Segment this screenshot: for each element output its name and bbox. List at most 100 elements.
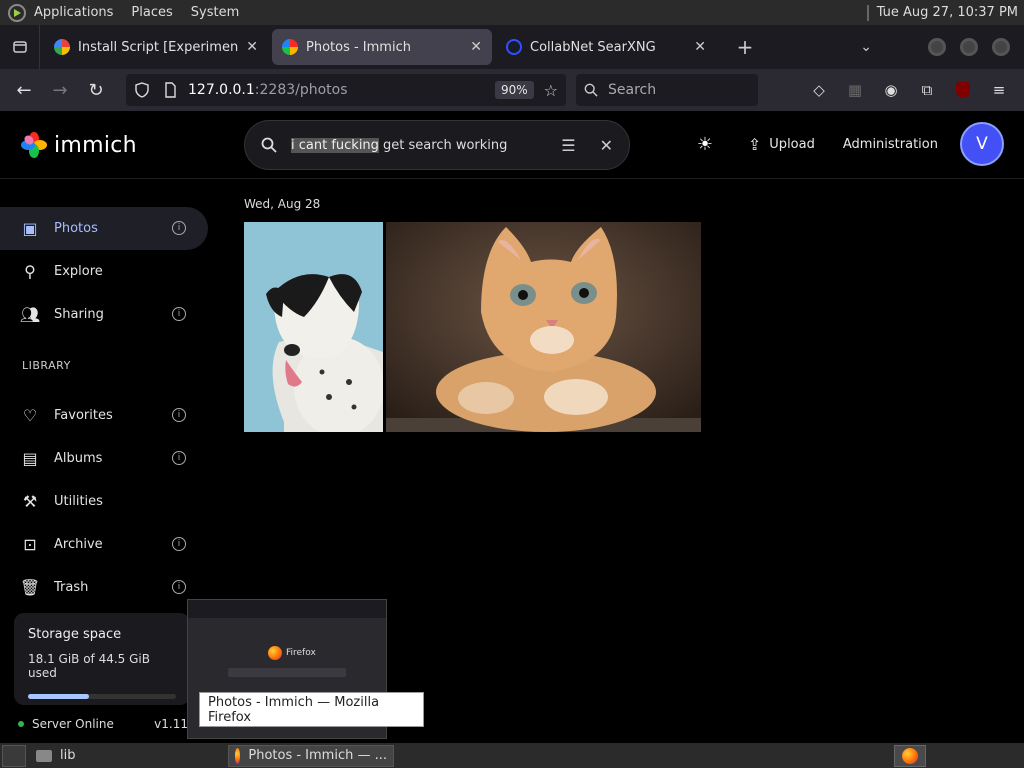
search-bar[interactable]: Search	[576, 74, 758, 106]
distro-logo-icon[interactable]	[8, 3, 26, 22]
clock[interactable]: Tue Aug 27, 10:37 PM	[877, 5, 1018, 20]
search-rest-text: get search working	[378, 137, 508, 153]
searxng-favicon-icon	[506, 39, 522, 55]
trash-icon: 🗑︎	[19, 578, 41, 597]
server-status: Server Online v1.11	[18, 717, 188, 731]
search-filter-icon[interactable]: ☰	[561, 136, 575, 155]
sidebar-item-archive[interactable]: ⊡ Archive i	[0, 523, 208, 566]
date-group-title: Wed, Aug 28	[244, 197, 321, 211]
forward-arrow-icon[interactable]: →	[42, 80, 78, 101]
show-desktop-button[interactable]	[2, 744, 26, 767]
search-icon[interactable]	[261, 137, 277, 153]
server-status-label: Server Online	[32, 717, 114, 731]
brand-name: immich	[54, 132, 137, 158]
upload-label: Upload	[769, 136, 815, 152]
window-tooltip: Photos - Immich — Mozilla Firefox	[199, 692, 424, 727]
bookmark-star-icon[interactable]: ☆	[544, 81, 558, 100]
url-bar[interactable]: 127.0.0.1:2283/photos 90% ☆	[126, 74, 566, 106]
immich-pinwheel-icon	[21, 132, 47, 158]
close-tab-icon[interactable]: ✕	[246, 39, 258, 55]
applications-menu[interactable]: Applications	[34, 5, 113, 20]
tab-install-script[interactable]: Install Script [Experimental] ✕	[44, 29, 268, 65]
dog-photo-image	[244, 222, 383, 432]
tab-list-icon	[12, 41, 27, 53]
bottom-taskbar: lib Photos - Immich — ...	[0, 743, 1024, 768]
taskbar-item-firefox[interactable]: Photos - Immich — ...	[228, 744, 394, 767]
firefox-icon	[902, 747, 918, 764]
maximize-window-button[interactable]	[960, 38, 978, 56]
taskbar-item-lib[interactable]: lib	[30, 745, 190, 767]
system-menu[interactable]: System	[191, 5, 239, 20]
new-tab-button[interactable]: +	[730, 35, 760, 59]
photo-thumbnail-dog[interactable]	[244, 222, 383, 432]
list-all-tabs-chevron-icon[interactable]: ⌄	[860, 39, 872, 55]
sidebar-item-explore[interactable]: ⚲ Explore	[0, 250, 208, 293]
sidebar-item-label: Favorites	[54, 408, 113, 423]
sidebar-item-albums[interactable]: ▤ Albums i	[0, 437, 208, 480]
folder-icon	[36, 749, 52, 762]
back-arrow-icon[interactable]: ←	[6, 80, 42, 101]
info-icon[interactable]: i	[172, 580, 186, 594]
storage-title: Storage space	[28, 627, 122, 642]
top-panel: Applications Places System Tue Aug 27, 1…	[0, 0, 1024, 25]
search-placeholder: Search	[608, 82, 657, 98]
sidebar-item-label: Photos	[54, 221, 98, 236]
hamburger-menu-icon[interactable]: ≡	[988, 79, 1010, 101]
sidebar-item-sharing[interactable]: 👥︎ Sharing i	[0, 293, 208, 336]
info-icon[interactable]: i	[172, 408, 186, 422]
info-icon[interactable]: i	[172, 221, 186, 235]
storage-card: Storage space 18.1 GiB of 44.5 GiB used	[14, 613, 190, 705]
info-icon[interactable]: i	[172, 537, 186, 551]
minimize-window-button[interactable]	[928, 38, 946, 56]
tab-list-button[interactable]	[0, 25, 40, 69]
taskbar-item-label: Photos - Immich — ...	[248, 748, 387, 763]
sidebar: ▣ Photos i ⚲ Explore 👥︎ Sharing i LIBRAR…	[0, 207, 208, 609]
workspace-switcher[interactable]	[894, 744, 926, 767]
sidebar-item-trash[interactable]: 🗑︎ Trash i	[0, 566, 208, 609]
photo-thumbnail-kitten[interactable]	[386, 222, 701, 432]
firefox-icon	[235, 747, 241, 764]
server-online-dot	[18, 721, 24, 727]
user-avatar[interactable]: V	[960, 122, 1004, 166]
ublock-origin-icon[interactable]	[952, 79, 974, 101]
url-host: 127.0.0.1	[188, 82, 255, 98]
immich-app: immich i cant fucking get search working…	[0, 111, 1024, 743]
administration-link[interactable]: Administration	[843, 137, 938, 152]
disabled-extension-icon[interactable]: ▦	[844, 79, 866, 101]
photos-icon: ▣	[22, 219, 38, 238]
immich-favicon-icon	[282, 39, 298, 55]
taskbar-item-label: lib	[60, 748, 76, 763]
immich-logo[interactable]: immich	[20, 131, 137, 159]
places-menu[interactable]: Places	[131, 5, 172, 20]
zoom-level-button[interactable]: 90%	[494, 81, 534, 99]
sidebar-item-utilities[interactable]: ⚒ Utilities	[0, 480, 208, 523]
reload-icon[interactable]: ↻	[78, 80, 114, 101]
preview-firefox-logo: Firefox	[268, 646, 316, 660]
extensions-puzzle-icon[interactable]: ⧉	[916, 79, 938, 101]
pocket-icon[interactable]: ◇	[808, 79, 830, 101]
server-version[interactable]: v1.11	[154, 717, 188, 731]
clear-search-icon[interactable]: ✕	[600, 136, 613, 155]
search-input[interactable]: i cant fucking get search working ☰ ✕	[244, 120, 630, 170]
sidebar-item-favorites[interactable]: ♡ Favorites i	[0, 394, 208, 437]
sidebar-item-label: Explore	[54, 264, 103, 279]
google-favicon-icon	[54, 39, 70, 55]
tab-photos-immich[interactable]: Photos - Immich ✕	[272, 29, 492, 65]
shield-icon[interactable]	[134, 82, 150, 98]
close-window-button[interactable]	[992, 38, 1010, 56]
kitten-photo-image	[386, 222, 701, 432]
sidebar-item-label: Utilities	[54, 494, 103, 509]
tab-label: Photos - Immich	[306, 39, 411, 55]
page-icon[interactable]	[162, 82, 178, 98]
account-icon[interactable]: ◉	[880, 79, 902, 101]
close-tab-icon[interactable]: ✕	[694, 39, 706, 55]
close-tab-icon[interactable]: ✕	[470, 39, 482, 55]
sidebar-item-photos[interactable]: ▣ Photos i	[0, 207, 208, 250]
info-icon[interactable]: i	[172, 307, 186, 321]
sidebar-item-label: Sharing	[54, 307, 104, 322]
upload-button[interactable]: ⇪ Upload	[748, 135, 815, 154]
firefox-icon	[268, 646, 282, 660]
info-icon[interactable]: i	[172, 451, 186, 465]
theme-toggle-sun-icon[interactable]: ☀	[690, 134, 720, 155]
tab-searxng[interactable]: CollabNet SearXNG ✕	[496, 29, 716, 65]
